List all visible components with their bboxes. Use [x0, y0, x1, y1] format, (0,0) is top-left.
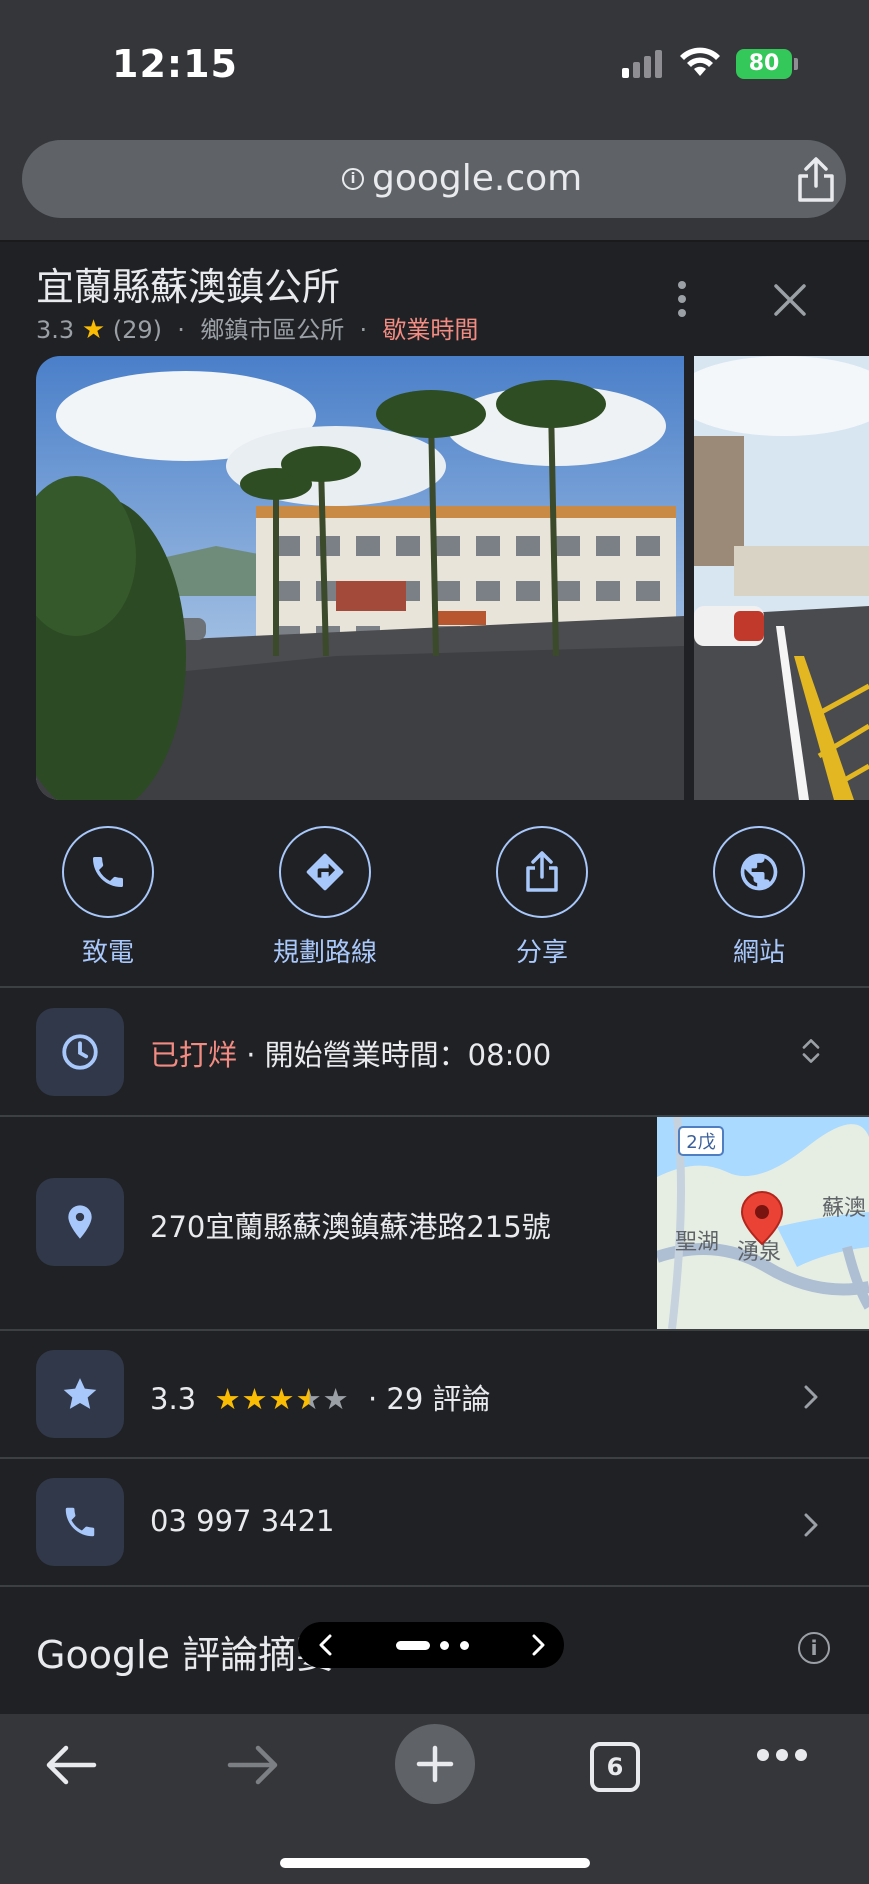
- phone-icon: [93, 857, 123, 887]
- call-button-label: 致電: [81, 938, 134, 968]
- browser-toolbar: i google.com: [0, 130, 869, 242]
- map-label-suao: 蘇澳: [822, 1196, 866, 1221]
- star-icon: ★: [81, 315, 106, 345]
- website-button[interactable]: 網站: [679, 826, 839, 969]
- share-button-circle[interactable]: [496, 826, 588, 918]
- place-title: 宜蘭縣蘇澳鎮公所: [36, 265, 341, 309]
- map-thumbnail[interactable]: 2戊 聖湖 湧泉 蘇澳: [657, 1117, 869, 1329]
- phone-icon-tile: [36, 1478, 124, 1566]
- chevron-right-icon[interactable]: [796, 1382, 826, 1412]
- chevron-right-icon[interactable]: [796, 1510, 826, 1540]
- meta-separator: ·: [177, 316, 185, 344]
- place-category: 鄉鎮市區公所: [200, 316, 345, 344]
- more-menu-icon[interactable]: [756, 1748, 808, 1762]
- pager-dot-active: [396, 1641, 430, 1650]
- rating-row[interactable]: 3.3 ★★★★★ · 29 評論: [150, 1376, 491, 1418]
- share-page-icon[interactable]: [794, 156, 838, 204]
- address-bar[interactable]: i google.com: [22, 140, 846, 218]
- star-icon: [63, 1378, 97, 1409]
- divider: [0, 1585, 869, 1587]
- site-info-icon[interactable]: i: [342, 168, 364, 190]
- route-badge: 2戊: [686, 1132, 715, 1153]
- rating-value: 3.3: [150, 1382, 197, 1416]
- url-text[interactable]: google.com: [372, 158, 582, 199]
- map-label-yongquan: 湧泉: [737, 1240, 781, 1265]
- clock-icon: [62, 1034, 98, 1070]
- directions-icon: [306, 853, 344, 891]
- building-photo-image: [36, 356, 684, 800]
- stars-filled: ★★★: [214, 1382, 296, 1416]
- pager-dot: [460, 1641, 469, 1650]
- location-pin-icon: [68, 1205, 92, 1239]
- rating-stars: ★★★★★: [215, 1382, 350, 1416]
- star-empty: ★: [322, 1382, 350, 1416]
- forward-arrow-icon[interactable]: [226, 1742, 280, 1788]
- place-photo-main[interactable]: [36, 356, 684, 800]
- back-arrow-icon[interactable]: [44, 1742, 98, 1788]
- street-photo-image: [694, 356, 869, 800]
- share-button[interactable]: 分享: [462, 826, 622, 969]
- address-text[interactable]: 270宜蘭縣蘇澳鎮蘇港路215號: [150, 1204, 551, 1246]
- hours-link[interactable]: 歇業時間: [382, 316, 478, 344]
- website-button-label: 網站: [732, 938, 785, 968]
- battery-indicator: 80: [736, 49, 792, 79]
- plus-icon: [416, 1745, 454, 1783]
- location-icon-tile: [36, 1178, 124, 1266]
- status-bar: 12:15 80: [0, 0, 869, 130]
- expand-hours-icon[interactable]: [796, 1036, 826, 1066]
- divider: [0, 1457, 869, 1459]
- phone-icon: [65, 1507, 95, 1537]
- more-options-icon[interactable]: [666, 278, 698, 324]
- phone-number[interactable]: 03 997 3421: [150, 1504, 335, 1538]
- place-meta: 3.3 ★ (29) · 鄉鎮市區公所 · 歇業時間: [36, 310, 478, 345]
- chevron-right-icon[interactable]: [528, 1633, 548, 1657]
- hours-detail: · 開始營業時間：08:00: [237, 1038, 552, 1072]
- directions-button-circle[interactable]: [279, 826, 371, 918]
- info-icon[interactable]: i: [798, 1632, 830, 1664]
- close-icon[interactable]: [768, 278, 812, 322]
- meta-separator: ·: [359, 316, 368, 344]
- divider: [0, 986, 869, 988]
- carousel-pager[interactable]: [298, 1622, 564, 1668]
- website-button-circle[interactable]: [713, 826, 805, 918]
- pager-dot: [440, 1641, 449, 1650]
- map-image: 2戊 聖湖 湧泉 蘇澳: [657, 1117, 869, 1329]
- wifi-icon: [680, 47, 720, 76]
- directions-button[interactable]: 規劃路線: [245, 826, 405, 969]
- reviews-summary-title: Google 評論摘要: [36, 1633, 335, 1677]
- call-button[interactable]: 致電: [28, 826, 188, 969]
- hours-row[interactable]: 已打烊 · 開始營業時間：08:00: [150, 1032, 551, 1074]
- new-tab-button[interactable]: [395, 1724, 475, 1804]
- map-label-shenghu: 聖湖: [675, 1230, 719, 1255]
- status-time: 12:15: [112, 42, 238, 86]
- globe-icon: [740, 853, 778, 891]
- star-icon-tile: [36, 1350, 124, 1438]
- hours-status: 已打烊: [150, 1038, 238, 1072]
- place-photo-second[interactable]: [694, 356, 869, 800]
- bottom-toolbar: 6: [0, 1714, 869, 1884]
- divider: [0, 1329, 869, 1331]
- place-rating: 3.3: [36, 316, 75, 344]
- home-indicator[interactable]: [280, 1858, 590, 1868]
- share-icon: [526, 851, 558, 892]
- place-review-count[interactable]: (29): [113, 316, 162, 344]
- battery-nub: [794, 58, 798, 70]
- cellular-signal-icon: [622, 50, 662, 78]
- tab-switcher-button[interactable]: 6: [590, 1742, 640, 1792]
- share-button-label: 分享: [515, 938, 568, 968]
- star-half: ★: [295, 1382, 323, 1416]
- directions-button-label: 規劃路線: [272, 938, 377, 968]
- chevron-left-icon[interactable]: [316, 1633, 336, 1657]
- rating-review-count: · 29 評論: [368, 1382, 491, 1416]
- clock-icon-tile: [36, 1008, 124, 1096]
- call-button-circle[interactable]: [62, 826, 154, 918]
